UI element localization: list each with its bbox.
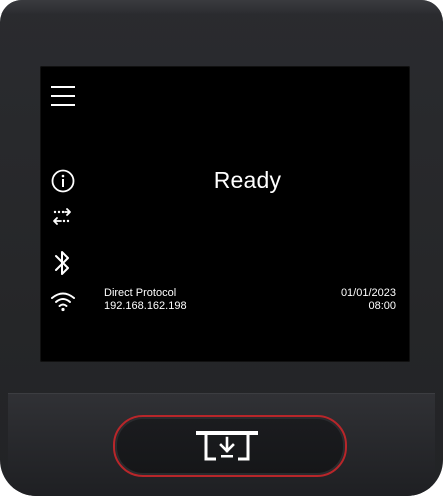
printer-status-text: Ready — [213, 167, 282, 193]
date-label: 01/01/2023 — [340, 287, 396, 299]
date-time: 01/01/2023 08:00 — [341, 287, 396, 313]
time-label: 08:00 — [368, 300, 396, 312]
paper-feed-icon — [196, 429, 258, 466]
feed-button[interactable] — [113, 415, 347, 477]
bluetooth-icon[interactable] — [53, 249, 73, 277]
bezel-edge — [0, 0, 443, 14]
connection-info: Direct Protocol 192.168.162.198 — [104, 287, 187, 313]
display-screen: Ready Direct Protocol 192.168.162.198 01… — [40, 66, 410, 362]
protocol-label: Direct Protocol — [104, 287, 177, 299]
printer-body: Ready Direct Protocol 192.168.162.198 01… — [0, 0, 443, 496]
info-icon[interactable] — [51, 169, 75, 193]
ip-address: 192.168.162.198 — [104, 300, 187, 312]
menu-icon[interactable] — [51, 85, 76, 107]
network-transfer-icon[interactable] — [51, 206, 75, 228]
wifi-icon[interactable] — [50, 290, 76, 312]
